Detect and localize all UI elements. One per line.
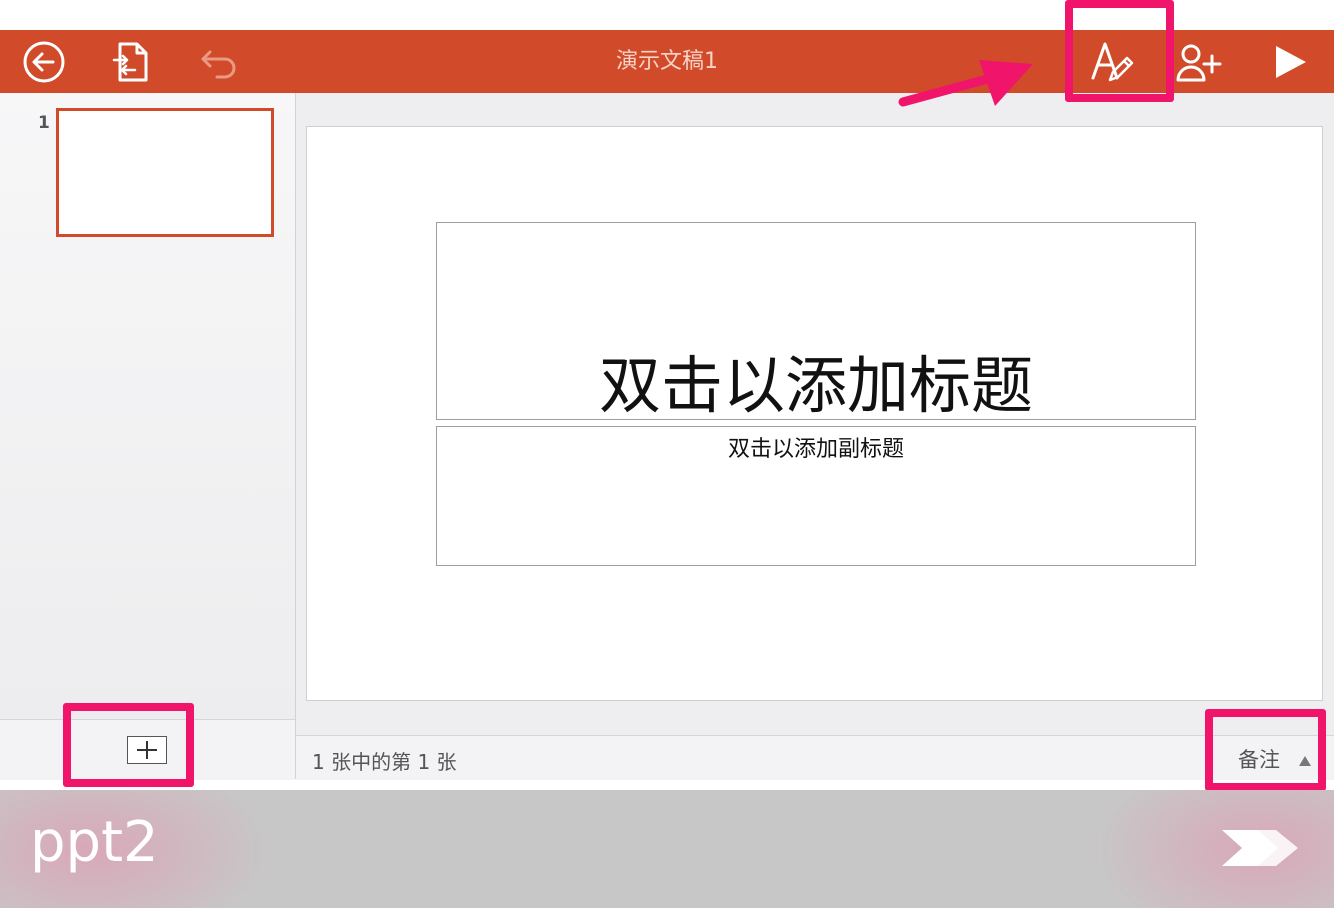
slide-editor: 双击以添加标题 双击以添加副标题 bbox=[296, 93, 1334, 735]
slide-canvas[interactable]: 双击以添加标题 双击以添加副标题 bbox=[306, 126, 1323, 701]
subtitle-placeholder[interactable]: 双击以添加副标题 bbox=[436, 426, 1196, 566]
title-placeholder-text: 双击以添加标题 bbox=[598, 349, 1033, 422]
slide-position-text: 1 张中的第 1 张 bbox=[312, 750, 457, 774]
highlight-notes bbox=[1205, 709, 1326, 791]
play-icon[interactable] bbox=[1266, 38, 1314, 86]
add-person-icon[interactable] bbox=[1174, 38, 1222, 86]
highlight-format-button bbox=[1065, 0, 1174, 102]
document-sync-icon[interactable] bbox=[108, 38, 156, 86]
skitch-logo-icon bbox=[1222, 830, 1298, 866]
back-arrow-circle-icon[interactable] bbox=[20, 38, 68, 86]
annotation-arrow-icon bbox=[898, 60, 1033, 107]
title-placeholder[interactable]: 双击以添加标题 bbox=[436, 222, 1196, 422]
slide-thumbnail-1[interactable] bbox=[56, 108, 274, 237]
highlight-add-slide bbox=[63, 703, 194, 787]
undo-icon[interactable] bbox=[196, 38, 244, 86]
watermark-bar: ppt2 bbox=[0, 790, 1334, 908]
subtitle-placeholder-text: 双击以添加副标题 bbox=[727, 437, 904, 462]
watermark-label: ppt2 bbox=[30, 810, 159, 875]
status-bar: 1 张中的第 1 张 备注 bbox=[296, 735, 1334, 780]
slide-thumbnail-pane: 1 bbox=[0, 93, 295, 780]
slide-number: 1 bbox=[38, 113, 50, 133]
